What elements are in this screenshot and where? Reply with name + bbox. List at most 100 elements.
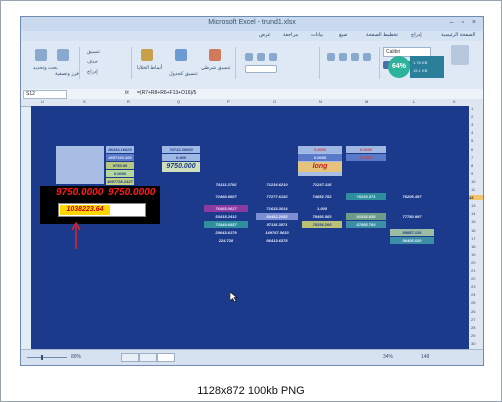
cell-r15c1[interactable]: 20643.6179 xyxy=(204,229,248,236)
cell-r10c1[interactable]: 4057738.2427 xyxy=(106,178,134,185)
insert-label[interactable]: إدراج xyxy=(87,69,98,75)
tab-formulas[interactable]: صيغ xyxy=(339,32,347,38)
sheet-tab-1[interactable] xyxy=(121,353,139,362)
column-header-l[interactable]: L xyxy=(413,99,415,104)
formula-input[interactable]: =(R7+R8+R6+F13+O16)/5 xyxy=(137,90,196,96)
row-header-24[interactable]: 24 xyxy=(471,292,475,297)
row-header-20[interactable]: 20 xyxy=(471,260,475,265)
row-header-15[interactable]: 15 xyxy=(471,219,475,224)
column-header-n[interactable]: N xyxy=(319,99,322,104)
cell-r16c2[interactable]: 86413.6378 xyxy=(256,237,298,244)
format-table-icon[interactable] xyxy=(175,49,187,61)
paste-icon[interactable] xyxy=(451,45,469,65)
column-header-u[interactable]: U xyxy=(41,99,44,104)
row-header-2[interactable]: 2 xyxy=(471,114,473,119)
wrap-text-icon[interactable] xyxy=(363,53,371,61)
cell-r14c2[interactable]: 57115.3871 xyxy=(256,221,298,228)
cell-r8c3[interactable]: long xyxy=(298,162,342,172)
column-header-p[interactable]: P xyxy=(227,99,230,104)
tab-insert[interactable]: إدراج xyxy=(411,32,422,38)
row-header-4[interactable]: 4 xyxy=(471,130,473,135)
row-header-19[interactable]: 19 xyxy=(471,252,475,257)
row-header-16[interactable]: 16 xyxy=(471,228,475,233)
row-header-28[interactable]: 28 xyxy=(471,325,475,330)
sheet-tab-3[interactable] xyxy=(157,353,175,362)
fx-icon[interactable]: fx xyxy=(125,90,129,96)
cell-r16c3[interactable]: 86405.020 xyxy=(390,237,434,244)
percent-icon[interactable] xyxy=(245,53,253,61)
cell-r7c3[interactable]: 0.0000 xyxy=(298,154,342,161)
cell-r14c4[interactable]: 67865.764 xyxy=(346,221,386,228)
row-header-14[interactable]: 14 xyxy=(471,211,475,216)
row-header-26[interactable]: 26 xyxy=(471,309,475,314)
cell-r14c1[interactable]: 73349.6457 xyxy=(204,221,248,228)
cell-r11c5[interactable]: 76205.497 xyxy=(390,193,434,200)
worksheet-grid[interactable] xyxy=(31,106,471,349)
column-header-m[interactable]: M xyxy=(365,99,368,104)
cell-r10c4[interactable]: 71247.118 xyxy=(302,181,342,188)
row-header-5[interactable]: 5 xyxy=(471,138,473,143)
cell-r13c3[interactable]: 78493.583 xyxy=(302,213,342,220)
cell-r10c3[interactable]: 71216.6210 xyxy=(256,181,298,188)
cell-styles-icon[interactable] xyxy=(141,49,153,61)
tab-data[interactable]: بيانات xyxy=(311,32,323,38)
cell-r12c3[interactable]: 1.005 xyxy=(302,205,342,212)
window-controls[interactable]: – ▫ × xyxy=(450,19,479,26)
cell-r15c2[interactable]: 149767.5633 xyxy=(256,229,298,236)
cell-r6c1[interactable]: 86433.16629 xyxy=(106,146,134,153)
cell-r15c3[interactable]: 85887.126 xyxy=(390,229,434,236)
column-header-k[interactable]: K xyxy=(453,99,456,104)
zoom-slider-knob[interactable] xyxy=(41,355,43,360)
row-header-11[interactable]: 11 xyxy=(471,187,475,192)
column-header-q[interactable]: Q xyxy=(177,99,180,104)
row-header-10[interactable]: 10 xyxy=(471,179,475,184)
format-label[interactable]: تنسيق xyxy=(87,49,100,55)
row-header-9[interactable]: 9 xyxy=(471,171,473,176)
sort-icon[interactable] xyxy=(57,49,69,61)
cell-r11c3[interactable]: 74853.782 xyxy=(302,193,342,200)
row-header-3[interactable]: 3 xyxy=(471,122,473,127)
cell-r6c2[interactable]: 74712.30000 xyxy=(162,146,200,153)
align-right-icon[interactable] xyxy=(327,53,335,61)
comma-icon[interactable] xyxy=(257,53,265,61)
row-header-8[interactable]: 8 xyxy=(471,163,473,168)
row-header-18[interactable]: 18 xyxy=(471,244,475,249)
column-header-s[interactable]: S xyxy=(83,99,86,104)
column-header-r[interactable]: R xyxy=(127,99,130,104)
cell-r12c1[interactable]: 76465.0627 xyxy=(204,205,248,212)
cell-r13c4[interactable]: 81530.838 xyxy=(346,213,386,220)
row-header-7[interactable]: 7 xyxy=(471,155,473,160)
cell-r9c1[interactable]: 0.0000 xyxy=(106,170,134,177)
conditional-format-icon[interactable] xyxy=(209,49,221,61)
cell-r6c4[interactable]: 0.0000 xyxy=(346,146,386,153)
cell-r8c1[interactable]: 9750.00 xyxy=(106,162,134,169)
cell-r7c2[interactable]: 0.900 xyxy=(162,154,200,161)
currency-icon[interactable] xyxy=(269,53,277,61)
cell-r16c1[interactable]: 224.728 xyxy=(204,237,248,244)
cell-r11c2[interactable]: 77277.6152 xyxy=(256,193,298,200)
align-center-icon[interactable] xyxy=(339,53,347,61)
cell-r11c1[interactable]: 72466.6607 xyxy=(204,193,248,200)
row-header-27[interactable]: 27 xyxy=(471,317,475,322)
zoom-slider[interactable] xyxy=(27,357,67,358)
row-header-22[interactable]: 22 xyxy=(471,276,475,281)
delete-label[interactable]: حذف xyxy=(87,59,98,65)
cell-r13c2[interactable]: 80452.2052 xyxy=(256,213,298,220)
cell-r7c1[interactable]: 4857194.365 xyxy=(106,154,134,161)
row-header-29[interactable]: 29 xyxy=(471,333,475,338)
network-percent-badge[interactable]: 64% xyxy=(388,56,410,78)
cell-r13c1[interactable]: 53415.2412 xyxy=(204,213,248,220)
cell-r10c2[interactable]: 74113.3792 xyxy=(204,181,248,188)
row-header-1[interactable]: 1 xyxy=(471,106,473,111)
row-header-12[interactable]: 12 xyxy=(469,195,483,201)
row-header-17[interactable]: 17 xyxy=(471,236,475,241)
tab-view[interactable]: عرض xyxy=(259,32,271,38)
align-left-icon[interactable] xyxy=(351,53,359,61)
find-icon[interactable] xyxy=(35,49,47,61)
name-box[interactable]: S12 xyxy=(23,90,67,99)
cell-r14c3[interactable]: 78254.200 xyxy=(302,221,342,228)
tab-home[interactable]: الصفحة الرئيسية xyxy=(441,32,475,38)
row-header-30[interactable]: 30 xyxy=(471,341,475,346)
number-format-dropdown[interactable] xyxy=(245,65,277,73)
cell-r11c4[interactable]: 76219.371 xyxy=(346,193,386,200)
